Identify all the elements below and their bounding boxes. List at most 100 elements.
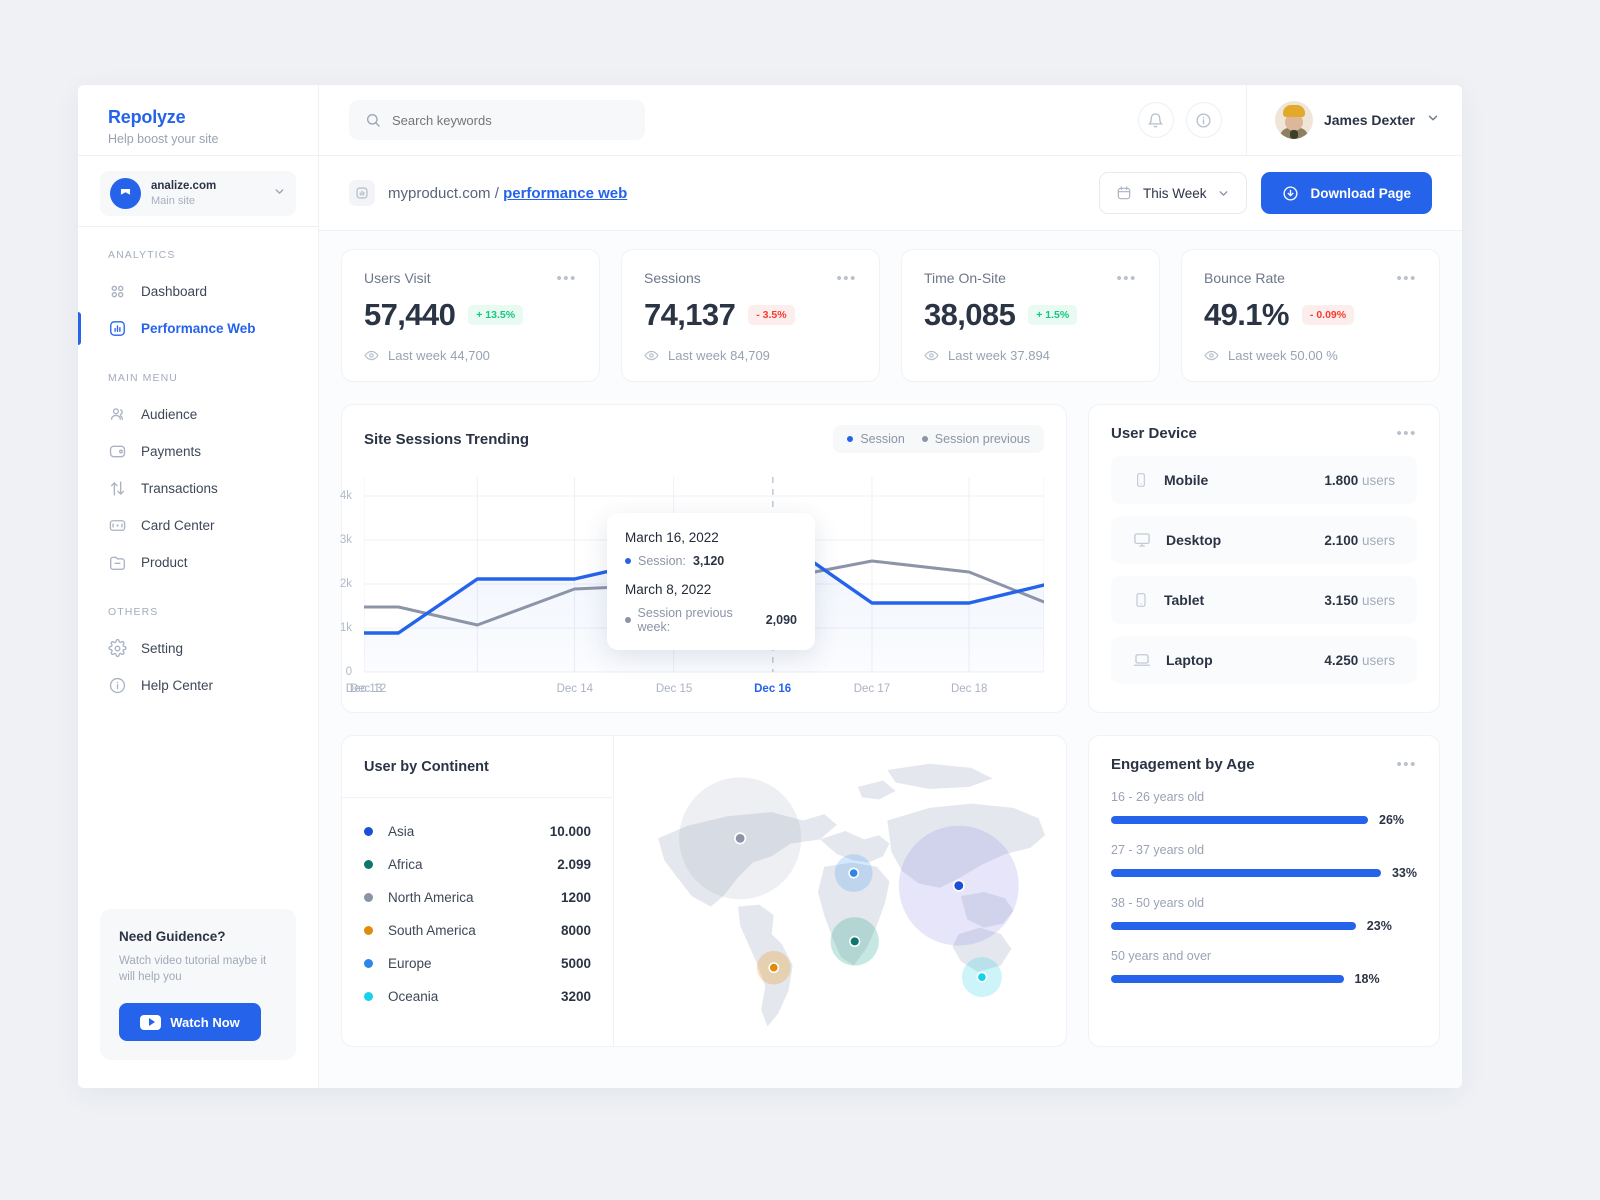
legend-dot xyxy=(364,959,373,968)
map-point-asia[interactable] xyxy=(952,879,965,892)
age-progress-bar xyxy=(1111,869,1381,877)
device-row-tablet[interactable]: Tablet 3.150 users xyxy=(1111,576,1417,624)
brand-title: Repolyze xyxy=(108,107,186,127)
age-progress-bar xyxy=(1111,922,1356,930)
device-row-mobile[interactable]: Mobile 1.800 users xyxy=(1111,456,1417,504)
row-chart-device: Site Sessions Trending Session Session p… xyxy=(340,404,1440,713)
map-point-europe[interactable] xyxy=(848,867,860,879)
more-options-icon[interactable]: ••• xyxy=(1396,757,1417,772)
guidance-title: Need Guidence? xyxy=(119,928,226,944)
continent-row-oceania[interactable]: Oceania 3200 xyxy=(364,980,591,1013)
box-icon xyxy=(108,553,127,572)
y-tick-label: 0 xyxy=(345,666,352,678)
chevron-down-icon[interactable] xyxy=(1426,111,1440,130)
breadcrumb-bar: myproduct.com / performance web This Wee… xyxy=(319,156,1462,231)
date-range-value: This Week xyxy=(1142,185,1207,201)
continent-row-south-america[interactable]: South America 8000 xyxy=(364,914,591,947)
kpi-delta-badge: - 0.09% xyxy=(1301,305,1355,325)
more-options-icon[interactable]: ••• xyxy=(1396,271,1417,286)
guidance-card: Need Guidence? Watch video tutorial mayb… xyxy=(100,908,296,1060)
tooltip-series-1-value: 3,120 xyxy=(692,554,725,568)
tooltip-dot xyxy=(625,617,631,623)
map-point-africa[interactable] xyxy=(849,935,861,947)
continent-row-north-america[interactable]: North America 1200 xyxy=(364,881,591,914)
more-options-icon[interactable]: ••• xyxy=(556,271,577,286)
continent-value: 3200 xyxy=(560,989,591,1004)
site-selector[interactable]: analize.com Main site xyxy=(100,171,296,216)
age-label: 50 years and over xyxy=(1111,949,1212,963)
nav-heading-others: OTHERS xyxy=(108,606,159,618)
sidebar: Repolyze Help boost your site analize.co… xyxy=(78,85,319,1088)
breadcrumb-current[interactable]: performance web xyxy=(503,185,627,202)
device-row-laptop[interactable]: Laptop 4.250 users xyxy=(1111,636,1417,684)
site-name: analize.com xyxy=(151,180,217,193)
breadcrumb-separator: / xyxy=(494,184,499,202)
arrows-updown-icon xyxy=(108,479,127,498)
topbar-right: James Dexter xyxy=(1137,85,1462,155)
sidebar-item-help-center[interactable]: Help Center xyxy=(78,667,318,704)
legend-item-session[interactable]: Session xyxy=(847,432,905,446)
tooltip-date-2: March 8, 2022 xyxy=(625,582,712,597)
more-options-icon[interactable]: ••• xyxy=(1116,271,1137,286)
more-options-icon[interactable]: ••• xyxy=(836,271,857,286)
sidebar-item-performance-web[interactable]: Performance Web xyxy=(78,310,318,347)
sidebar-item-audience[interactable]: Audience xyxy=(78,396,318,433)
sidebar-item-label: Dashboard xyxy=(141,284,208,299)
breadcrumb-root[interactable]: myproduct.com xyxy=(388,185,491,202)
user-name: James Dexter xyxy=(1323,112,1415,128)
continent-name: Europe xyxy=(388,956,432,971)
age-percent: 18% xyxy=(1354,972,1380,986)
chevron-down-icon[interactable] xyxy=(273,185,286,203)
continent-row-europe[interactable]: Europe 5000 xyxy=(364,947,591,980)
play-icon xyxy=(140,1014,162,1030)
map-point-north-america[interactable] xyxy=(734,832,747,845)
sidebar-item-label: Performance Web xyxy=(141,321,256,336)
age-progress-bar xyxy=(1111,975,1344,983)
more-options-icon[interactable]: ••• xyxy=(1396,426,1417,441)
legend-label: Session previous xyxy=(934,432,1030,446)
watch-now-button[interactable]: Watch Now xyxy=(119,1003,261,1041)
breadcrumb-actions: This Week Download Page xyxy=(1098,172,1432,214)
map-point-south-america[interactable] xyxy=(768,962,780,974)
tooltip-series-1: Session: 3,120 xyxy=(625,554,797,568)
legend-label: Session xyxy=(860,432,905,446)
chevron-down-icon[interactable] xyxy=(1217,187,1230,200)
legend-dot xyxy=(847,436,854,442)
sidebar-item-card-center[interactable]: Card Center xyxy=(78,507,318,544)
continent-value: 1200 xyxy=(560,890,591,905)
continent-row-asia[interactable]: Asia 10.000 xyxy=(364,815,591,848)
map-point-oceania[interactable] xyxy=(976,971,988,983)
download-page-button[interactable]: Download Page xyxy=(1261,172,1432,214)
sidebar-item-setting[interactable]: Setting xyxy=(78,630,318,667)
legend-dot xyxy=(364,926,373,935)
sidebar-item-label: Transactions xyxy=(141,481,218,496)
topbar: James Dexter xyxy=(319,85,1462,156)
search-input[interactable] xyxy=(392,112,629,128)
kpi-card-bounce-rate: Bounce Rate ••• 49.1% - 0.09% Last week … xyxy=(1181,249,1440,382)
download-icon xyxy=(1283,185,1299,201)
device-row-desktop[interactable]: Desktop 2.100 users xyxy=(1111,516,1417,564)
eye-icon xyxy=(364,350,379,361)
info-button[interactable] xyxy=(1185,102,1222,138)
sidebar-item-product[interactable]: Product xyxy=(78,544,318,581)
sidebar-item-transactions[interactable]: Transactions xyxy=(78,470,318,507)
brand-subtitle: Help boost your site xyxy=(108,132,219,146)
date-range-select[interactable]: This Week xyxy=(1098,172,1248,214)
guidance-text: Watch video tutorial maybe it will help … xyxy=(119,954,267,984)
continent-row-africa[interactable]: Africa 2.099 xyxy=(364,848,591,881)
x-tick-label: Dec 18 xyxy=(950,683,988,695)
main-area: James Dexter myproduct.com / performance… xyxy=(319,85,1462,1088)
user-menu[interactable]: James Dexter xyxy=(1245,85,1462,155)
notification-bell-button[interactable] xyxy=(1137,102,1174,138)
brand: Repolyze Help boost your site xyxy=(78,85,318,156)
tablet-icon xyxy=(1133,592,1149,608)
legend-dot xyxy=(921,436,928,442)
search-box[interactable] xyxy=(349,100,645,140)
site-logo-icon xyxy=(110,178,141,209)
sidebar-item-dashboard[interactable]: Dashboard xyxy=(78,273,318,310)
avatar xyxy=(1274,101,1313,139)
kpi-row: Users Visit ••• 57,440 + 13.5% Last week… xyxy=(341,249,1440,382)
legend-item-session-previous[interactable]: Session previous xyxy=(921,432,1030,446)
sidebar-item-payments[interactable]: Payments xyxy=(78,433,318,470)
world-map[interactable] xyxy=(614,736,1066,1046)
